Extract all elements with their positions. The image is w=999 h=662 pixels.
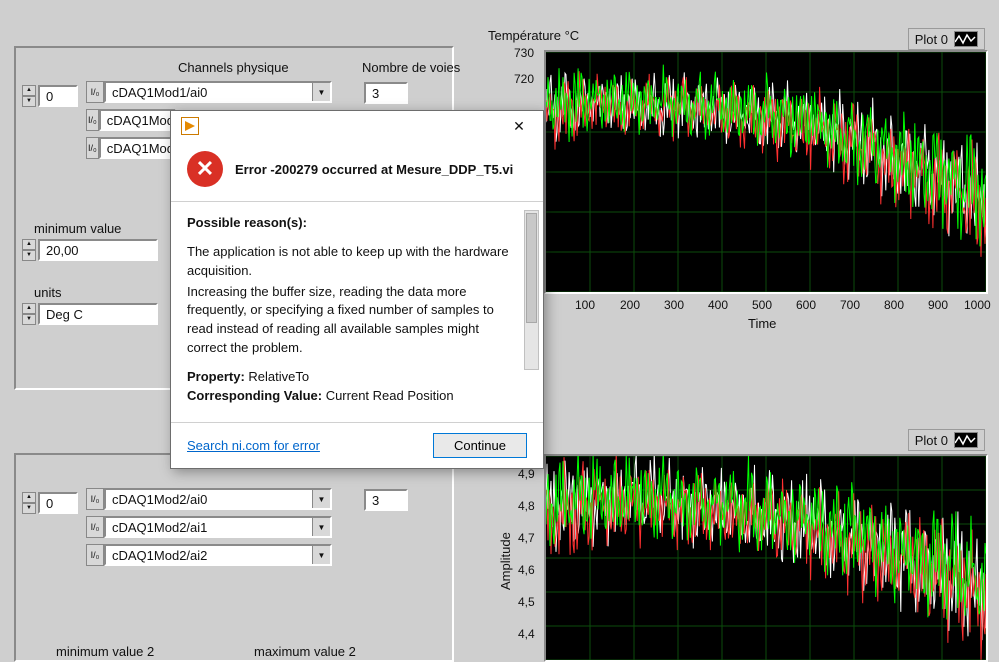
plot1-xtick: 900	[928, 298, 948, 312]
dialog-title-text: Error -200279 occurred at Mesure_DDP_T5.…	[235, 162, 513, 177]
scrollbar[interactable]	[524, 210, 539, 370]
plot2-area[interactable]	[544, 454, 988, 662]
channel-combo-text: cDAQ1Mod2/ai1	[112, 520, 207, 535]
units-input[interactable]: Deg C	[38, 303, 158, 325]
channel-combo-text: cDAQ1Mod2/ai2	[112, 548, 207, 563]
plot1-area[interactable]	[544, 50, 988, 294]
plot1-ytick: 720	[514, 72, 534, 86]
min-value-2-label: minimum value 2	[56, 644, 154, 659]
chevron-down-icon[interactable]: ▼	[312, 83, 330, 101]
channel-combo-text: cDAQ1Mod	[107, 113, 174, 128]
min-stepper[interactable]: ▲▼	[22, 239, 36, 261]
property-value: RelativeTo	[245, 369, 309, 384]
dialog-body-text1: The application is not able to keep up w…	[187, 243, 519, 281]
search-ni-link[interactable]: Search ni.com for error	[187, 438, 320, 453]
labview-icon	[181, 117, 199, 135]
plot2-ytick: 4,6	[518, 563, 535, 577]
plot1-xtick: 1000	[964, 298, 991, 312]
plot2-legend-label: Plot 0	[915, 433, 948, 448]
plot1-xtick: 500	[752, 298, 772, 312]
channel2-combo-1[interactable]: cDAQ1Mod2/ai1 ▼	[104, 516, 332, 538]
channel2-combo-0[interactable]: cDAQ1Mod2/ai0 ▼	[104, 488, 332, 510]
plot2-legend[interactable]: Plot 0	[908, 429, 985, 451]
channel-combo-2[interactable]: cDAQ1Mod	[99, 137, 176, 159]
plot1-xlabel: Time	[748, 316, 776, 331]
waveform-icon	[954, 432, 978, 448]
io-icon: I/₀	[86, 516, 104, 538]
channel-combo-0[interactable]: cDAQ1Mod1/ai0 ▼	[104, 81, 332, 103]
index-value-top[interactable]: 0	[38, 85, 78, 107]
dialog-titlebar[interactable]: ✕	[171, 111, 543, 141]
plot1-xtick: 800	[884, 298, 904, 312]
error-icon: ✕	[187, 151, 223, 187]
plot1-xtick: 300	[664, 298, 684, 312]
plot1-legend[interactable]: Plot 0	[908, 28, 985, 50]
plot1-legend-label: Plot 0	[915, 32, 948, 47]
plot2-ytick: 4,9	[518, 467, 535, 481]
plot2-ytick: 4,4	[518, 627, 535, 641]
units-label: units	[34, 285, 61, 300]
io-icon: I/₀	[86, 544, 104, 566]
io-icon: I/₀	[86, 137, 99, 159]
min-value-input[interactable]: 20,00	[38, 239, 158, 261]
index-value-bottom[interactable]: 0	[38, 492, 78, 514]
io-icon: I/₀	[86, 109, 99, 131]
min-value-label: minimum value	[34, 221, 121, 236]
property-label: Property:	[187, 369, 245, 384]
channel-combo-text: cDAQ1Mod2/ai0	[112, 492, 207, 507]
waveform-icon	[954, 31, 978, 47]
plot1-xtick: 100	[575, 298, 595, 312]
dialog-body-text2: Increasing the buffer size, reading the …	[187, 283, 519, 358]
plot2-ylabel: Amplitude	[498, 532, 513, 590]
io-icon: I/₀	[86, 81, 104, 103]
plot1-xtick: 400	[708, 298, 728, 312]
plot1-xtick: 200	[620, 298, 640, 312]
voies-value-bottom[interactable]: 3	[364, 489, 408, 511]
index-stepper-bottom[interactable]: ▲▼	[22, 492, 36, 514]
plot2-ytick: 4,7	[518, 531, 535, 545]
plot1-ytick: 730	[514, 46, 534, 60]
channels-physique-label: Channels physique	[178, 60, 289, 75]
channel-combo-text: cDAQ1Mod1/ai0	[112, 85, 207, 100]
close-icon[interactable]: ✕	[505, 115, 533, 137]
chevron-down-icon[interactable]: ▼	[312, 518, 330, 536]
plot2-ytick: 4,5	[518, 595, 535, 609]
plot2-ytick: 4,8	[518, 499, 535, 513]
voies-value-top[interactable]: 3	[364, 82, 408, 104]
units-stepper[interactable]: ▲▼	[22, 303, 36, 325]
channel-combo-1[interactable]: cDAQ1Mod	[99, 109, 176, 131]
chevron-down-icon[interactable]: ▼	[312, 546, 330, 564]
dialog-body: Possible reason(s): The application is n…	[171, 202, 543, 423]
continue-button[interactable]: Continue	[433, 433, 527, 458]
plot1-title: Température °C	[488, 28, 579, 43]
corr-value: Current Read Position	[322, 388, 454, 403]
plot1-xtick: 600	[796, 298, 816, 312]
io-icon: I/₀	[86, 488, 104, 510]
reasons-header: Possible reason(s):	[187, 214, 519, 233]
corr-value-label: Corresponding Value:	[187, 388, 322, 403]
channel2-combo-2[interactable]: cDAQ1Mod2/ai2 ▼	[104, 544, 332, 566]
error-dialog: ✕ ✕ Error -200279 occurred at Mesure_DDP…	[170, 110, 544, 469]
index-stepper-top[interactable]: ▲▼	[22, 85, 36, 107]
max-value-2-label: maximum value 2	[254, 644, 356, 659]
nombre-voies-label: Nombre de voies	[362, 60, 460, 75]
channel-combo-text: cDAQ1Mod	[107, 141, 174, 156]
plot1-xtick: 700	[840, 298, 860, 312]
chevron-down-icon[interactable]: ▼	[312, 490, 330, 508]
